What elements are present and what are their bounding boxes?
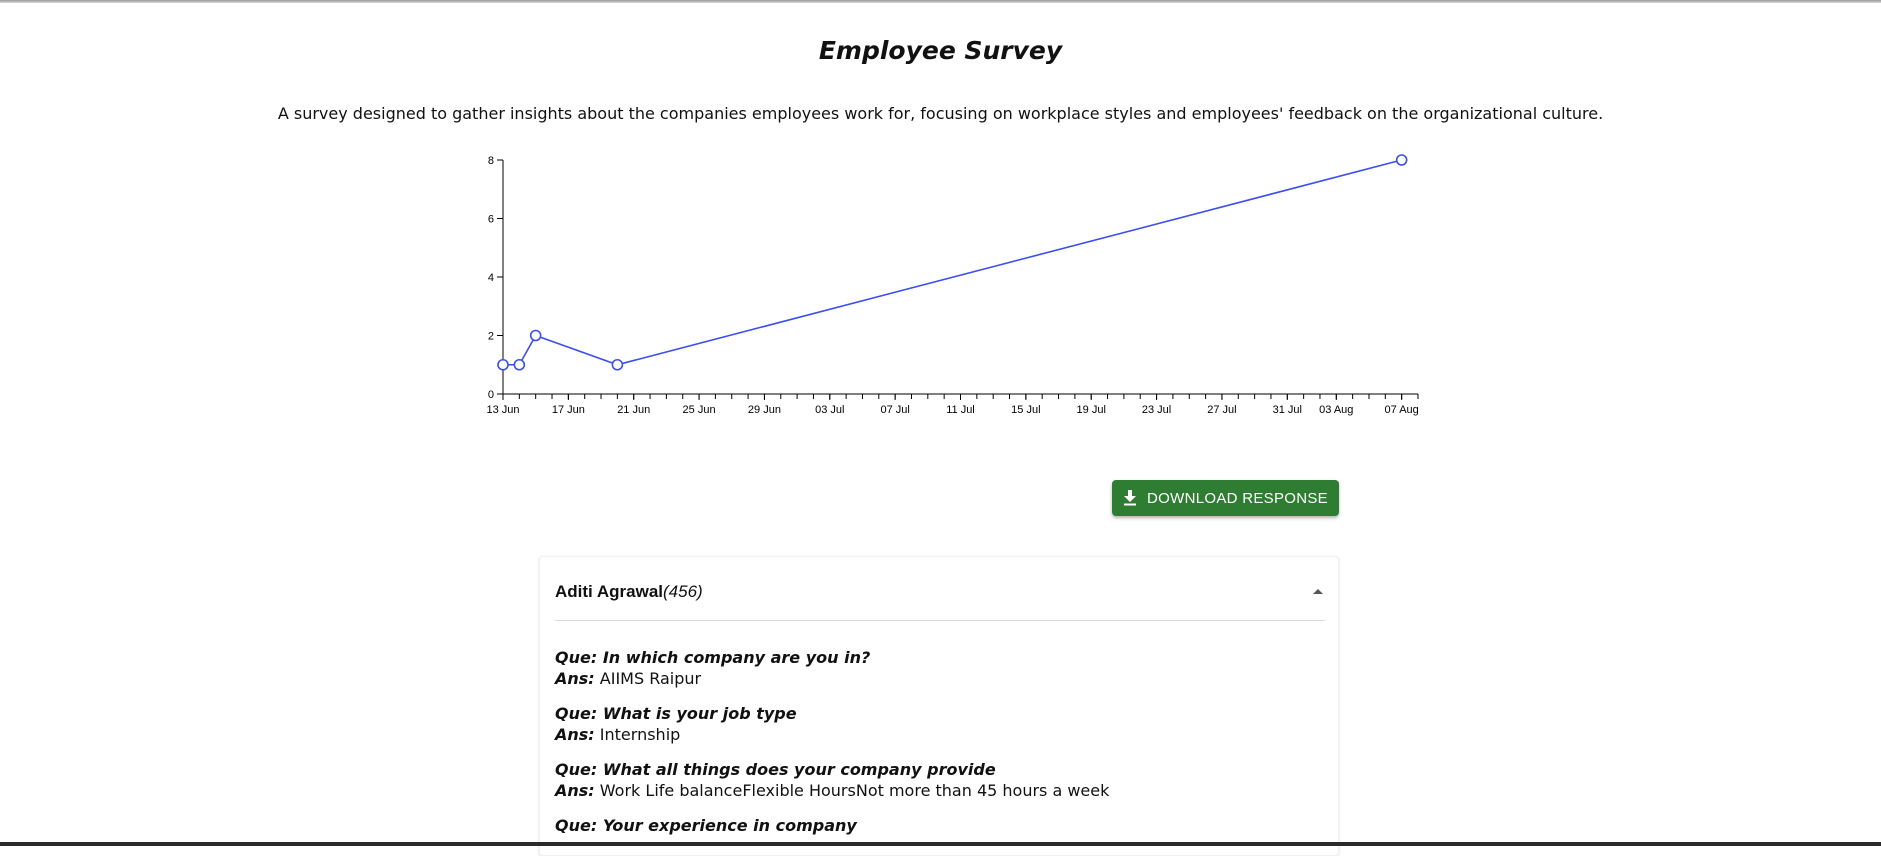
qa-item: Que: What all things does your company p… xyxy=(555,759,1325,801)
responses-line-chart: 0 2 4 6 8 13 Jun 17 Jun 21 Jun 25 Jun 29 Jun 03 Ju… xyxy=(486,154,1419,416)
respondent-id: (456) xyxy=(663,582,703,601)
data-point xyxy=(497,358,509,371)
y-tick-label: 0 xyxy=(488,389,494,401)
answer-row: Ans: Internship xyxy=(555,724,1325,745)
y-tick-label: 6 xyxy=(488,214,494,226)
x-tick-label: 17 Jun xyxy=(552,404,585,416)
qa-list: Que: In which company are you in? Ans: A… xyxy=(555,647,1325,850)
qa-item: Que: In which company are you in? Ans: A… xyxy=(555,647,1325,689)
question-text: Que: In which company are you in? xyxy=(555,648,871,667)
answer-row: Ans: AIIMS Raipur xyxy=(555,668,1325,689)
x-tick-label: 21 Jun xyxy=(617,404,650,416)
answer-label: Ans: xyxy=(555,669,595,688)
x-tick-label: 07 Jul xyxy=(880,404,909,416)
qa-item: Que: What is your job type Ans: Internsh… xyxy=(555,703,1325,745)
x-tick-label: 27 Jul xyxy=(1207,404,1236,416)
x-tick-label: 13 Jun xyxy=(486,404,519,416)
answer-text: Work Life balanceFlexible HoursNot more … xyxy=(599,781,1110,800)
answer-label: Ans: xyxy=(555,725,595,744)
question-text: Que: Your experience in company xyxy=(555,816,857,835)
series-line xyxy=(503,159,1402,366)
data-point xyxy=(611,358,624,371)
answer-row: Ans: Work Life balanceFlexible HoursNot … xyxy=(555,780,1325,801)
response-card-header[interactable]: Aditi Agrawal (456) xyxy=(555,577,1325,607)
browser-bottom-edge xyxy=(0,842,1881,846)
answer-label: Ans: xyxy=(555,781,595,800)
y-tick-label: 4 xyxy=(488,272,494,284)
x-tick-label: 03 Jul xyxy=(815,404,844,416)
card-divider xyxy=(555,620,1325,621)
download-icon xyxy=(1124,490,1137,506)
download-response-button[interactable]: DOWNLOAD RESPONSE xyxy=(1112,480,1339,516)
x-tick-label: 15 Jul xyxy=(1011,404,1040,416)
data-point xyxy=(529,329,542,342)
respondent-name: Aditi Agrawal xyxy=(555,582,663,601)
x-tick-label: 19 Jul xyxy=(1077,404,1106,416)
x-tick-label: 11 Jul xyxy=(946,404,975,416)
x-tick-label: 25 Jun xyxy=(683,404,716,416)
data-point xyxy=(1395,154,1408,166)
survey-title: Employee Survey xyxy=(818,36,1063,65)
y-tick-label: 2 xyxy=(488,331,494,343)
response-card: Aditi Agrawal (456) Que: In which company… xyxy=(539,556,1339,856)
question-text: Que: What all things does your company p… xyxy=(555,760,996,779)
x-tick-label: 07 Aug xyxy=(1385,404,1419,416)
y-tick-label: 8 xyxy=(488,155,494,167)
answer-text: Internship xyxy=(599,725,681,744)
x-tick-label: 23 Jul xyxy=(1142,404,1171,416)
question-text: Que: What is your job type xyxy=(555,704,797,723)
answer-text: AIIMS Raipur xyxy=(599,669,702,688)
browser-top-edge xyxy=(0,0,1881,3)
collapse-arrow-icon[interactable] xyxy=(1311,585,1325,599)
x-tick-label: 31 Jul xyxy=(1273,404,1302,416)
data-point xyxy=(513,358,526,371)
qa-item: Que: Your experience in company xyxy=(555,815,1325,836)
x-tick-label: 29 Jun xyxy=(748,404,781,416)
survey-description: A survey designed to gather insights abo… xyxy=(277,104,1604,123)
download-button-label: DOWNLOAD RESPONSE xyxy=(1147,489,1328,507)
x-tick-label: 03 Aug xyxy=(1319,404,1353,416)
